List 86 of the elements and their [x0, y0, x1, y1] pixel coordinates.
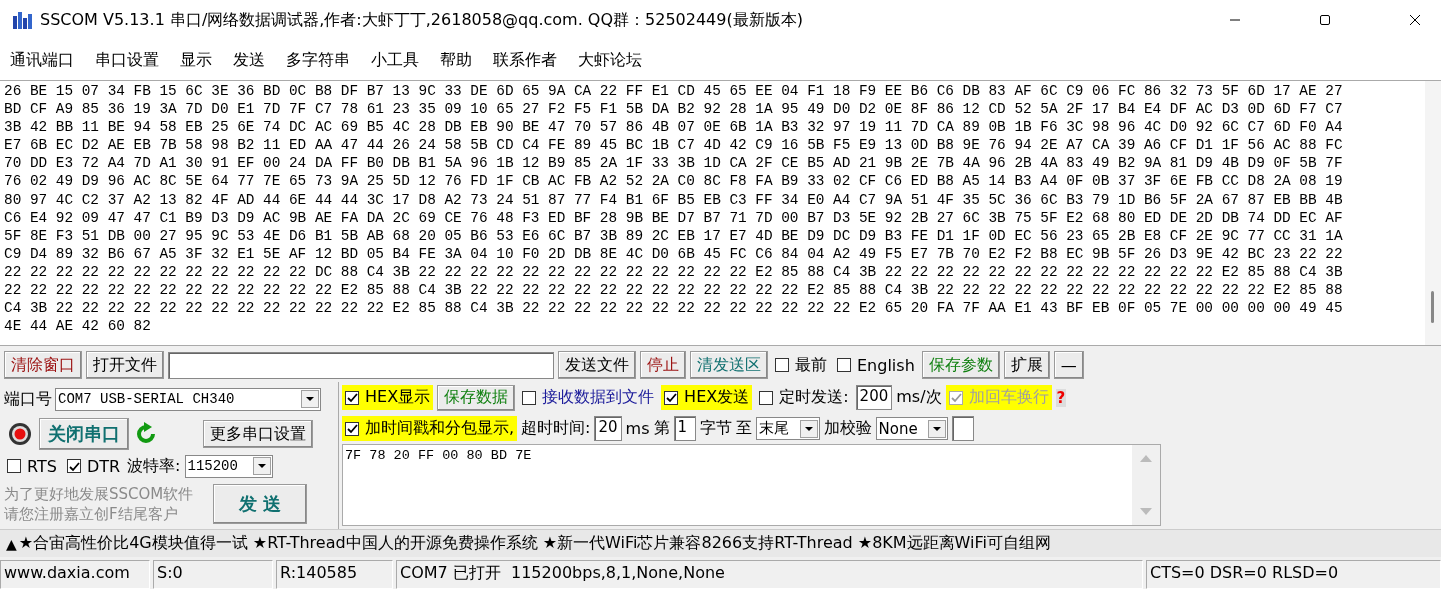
hex-data-line: 4E 44 AE 42 60 82: [4, 317, 151, 336]
status-text: R:140585: [276, 560, 393, 589]
refresh-icon[interactable]: [134, 422, 158, 446]
menu-item[interactable]: 小工具: [371, 49, 419, 71]
hex-data-line: BD CF A9 85 36 19 3A 7D D0 E1 7D 7F C7 78 61 23 35 09 10 65 27 F2 F5 F1 5B DA B2 92 28 1A 95 49 D0 D2 0E 8F 86 12 CD 52 5A 2F 17 B4 E4 DF AC D3 0D 6D F7 C7: [4, 100, 1343, 119]
hex-data-line: E7 6B EC D2 AE EB 7B 58 98 B2 11 ED AA 47 44 26 24 58 5B CD C4 FE 89 45 BC 1B C7 4D 42 C9 16 5B F5 E9 13 0D B8 9E 76 94 2E A7 CA 39 A6 CF D1 1F 56 AC 88 FC: [4, 136, 1343, 155]
field-label: ms/次: [896, 387, 942, 408]
checkbox-label[interactable]: HEX发送: [684, 387, 750, 408]
port-label: 端口号: [4, 388, 52, 410]
hex-data-line: C4 3B 22 22 22 22 22 22 22 22 22 22 22 22 22 E2 85 88 C4 3B 22 22 22 22 22 22 22 22 22 22 22 22 22 E2 65 20 FA 7F AA E1 43 BF EB 0F 05 7E 00 00 00 00 49 45: [4, 299, 1343, 318]
field-label: 字节: [699, 418, 732, 439]
checkbox-label[interactable]: 接收数据到文件: [542, 387, 655, 408]
toolbar-button[interactable]: 保存参数: [921, 351, 1000, 379]
hex-data-line: C6 E4 92 09 47 47 C1 B9 D3 D9 AC 9B AE FA DA 2C 69 CE 76 48 F3 ED BF 28 9B BE D7 B7 71 7D 00 B7 D3 5E 92 2B 27 6C 3B 75 5F E2 68 80 ED DE 2D DB 74 DD EC AF: [4, 208, 1343, 227]
toolbar-button[interactable]: 清除窗口: [4, 351, 82, 379]
status-text: COM7 已打开 115200bps,8,1,None,None: [396, 560, 1143, 589]
dropdown-select[interactable]: None: [875, 417, 948, 440]
baud-rate-select[interactable]: 115200: [184, 454, 273, 478]
status-text: S:0: [153, 560, 273, 589]
menu-item[interactable]: 联系作者: [493, 49, 557, 71]
checkbox[interactable]: [664, 390, 679, 405]
menu-item[interactable]: 多字符串: [286, 49, 350, 71]
hex-data-line: 5F 8E F3 51 DB 00 27 95 9C 53 4E D6 B1 5B AB 68 20 05 B6 53 E6 6C B7 3B 89 2C EB 17 E7 4D BE D9 DC D9 B3 FE D1 1F 0D EC 56 23 65 2B E8 CF 2E 9C 77 CC 31 1A: [4, 226, 1343, 245]
maximize-icon[interactable]: [1319, 14, 1331, 26]
field-label: 加校验: [823, 418, 872, 439]
checkbox-label[interactable]: 加时间戳和分包显示,: [365, 418, 515, 439]
menu-item[interactable]: 帮助: [440, 49, 472, 71]
checkbox-label[interactable]: RTS: [27, 456, 57, 476]
checkbox-label[interactable]: English: [857, 355, 915, 375]
hex-data-line: 76 02 49 D9 96 AC 8C 5E 64 77 7E 65 73 9A 25 5D 12 76 FD 1F CB AC FB A2 52 2A C0 8C F8 FA B9 33 02 CF C6 ED B8 A5 14 B3 A4 0F 0B 37 3F 6E FB CC D8 2A 08 19: [4, 172, 1343, 191]
field-label: ms: [625, 419, 650, 438]
hex-data-line: 70 DD E3 72 A4 7D A1 30 91 EF 00 24 DA FF B0 DB B1 5A 96 1B 12 B9 85 2A 1F 33 3B 1D CA 2F CE B5 AD 21 9B 2E 7B 4A 96 2B 4A 83 49 B2 9A 81 D9 4B D9 0F 5B 7F: [4, 154, 1343, 173]
toolbar-button[interactable]: 清发送区: [690, 351, 768, 379]
checkbox[interactable]: [345, 390, 359, 405]
menu-item[interactable]: 串口设置: [95, 49, 159, 71]
scrollbar[interactable]: [1425, 81, 1441, 345]
checkbox-label[interactable]: 定时发送:: [779, 387, 849, 408]
toolbar-button[interactable]: 打开文件: [86, 351, 164, 379]
notice-text: 为了更好地发展SSCOM软件 请您注册嘉立创F结尾客户: [4, 484, 194, 524]
ticker-text: ★合宙高性价比4G模块值得一试 ★RT-Thread中国人的开源免费操作系统 ★新一代WiFi芯片兼容8266支持RT-Thread ★8KM远距离WiFi可自组网: [18, 533, 1051, 554]
menu-item[interactable]: 通讯端口: [10, 49, 74, 71]
field-label: 第: [653, 418, 670, 439]
status-text: www.daxia.com: [0, 560, 150, 589]
dropdown-select[interactable]: 末尾: [755, 417, 820, 440]
checkbox[interactable]: [345, 421, 359, 436]
hex-data-line: 26 BE 15 07 34 FB 15 6C 3E 36 BD 0C B8 DF B7 13 9C 33 DE 6D 65 9A CA 22 FF E1 CD 45 65 EE 04 F1 18 F9 EE B6 C6 DB 83 AF 6C C9 06 FC 86 32 73 5F 6D 17 AE 27: [4, 82, 1343, 101]
hex-data-line: 22 22 22 22 22 22 22 22 22 22 22 22 22 E2 85 88 C4 3B 22 22 22 22 22 22 22 22 22 22 22 22 22 E2 85 88 C4 3B 22 22 22 22 22 22 22 22 22 22 22 22 22 E2 85 88: [4, 281, 1343, 300]
toolbar-button[interactable]: 停止: [640, 351, 686, 379]
hex-data-line: C9 D4 89 32 B6 67 A5 3F 32 E1 5E AF 12 BD 05 B4 FE 3A 04 10 F0 2D DB 8E 4C D0 6B 45 FC C6 84 04 A2 49 F5 E7 7B 70 E2 F2 B8 EC 9B 5F 26 D3 9E 42 BC 23 22 22: [4, 244, 1343, 263]
menu-item[interactable]: 发送: [233, 49, 265, 71]
checkbox[interactable]: [837, 358, 851, 372]
menu-item[interactable]: 大虾论坛: [578, 49, 642, 71]
checkbox-label[interactable]: HEX显示: [365, 387, 431, 408]
status-text: CTS=0 DSR=0 RLSD=0: [1146, 560, 1441, 589]
more-port-settings-button[interactable]: 更多串口设置: [203, 420, 313, 448]
input-field[interactable]: 20: [594, 416, 622, 441]
hex-data-line: 80 97 4C C2 37 A2 13 82 4F AD 44 6E 44 44 3C 17 D8 A2 73 24 51 87 77 F4 B1 6F B5 EB C3 FF 34 E0 A4 C7 9A 51 4F 35 5C 36 6C B3 79 1D B6 5F 2A 67 87 EB BB 4B: [4, 190, 1343, 209]
input-field[interactable]: [951, 416, 974, 441]
app-icon: [12, 10, 34, 30]
scrollbar-thumb[interactable]: [1431, 291, 1434, 323]
checkbox[interactable]: [522, 390, 537, 405]
hex-data-line: 3B 42 BB 11 BE 94 58 EB 25 6E 74 DC AC 69 B5 4C 28 DB EB 90 BE 47 70 57 86 4B 07 0E 6B 1A B3 32 97 19 11 7D CA 89 0B 1B F6 3C 98 96 4C D0 92 6C C7 6D F0 A4: [4, 118, 1343, 137]
checkbox[interactable]: [7, 459, 21, 473]
input-field[interactable]: 1: [673, 416, 696, 441]
port-select[interactable]: COM7 USB-SERIAL CH340: [55, 387, 321, 411]
window-title: SSCOM V5.13.1 串口/网络数据调试器,作者:大虾丁丁,2618058@qq.com. QQ群：52502449(最新版本): [40, 9, 804, 31]
field-label: 超时时间:: [521, 418, 591, 439]
hex-data-line: 22 22 22 22 22 22 22 22 22 22 22 22 DC 88 C4 3B 22 22 22 22 22 22 22 22 22 22 22 22 22 E2 85 88 C4 3B 22 22 22 22 22 22 22 22 22 22 22 22 22 E2 85 88 C4 3B: [4, 262, 1343, 282]
checkbox-label[interactable]: DTR: [86, 456, 121, 476]
checkbox[interactable]: [66, 459, 81, 473]
close-icon[interactable]: [1409, 14, 1421, 26]
toolbar-button[interactable]: 发送文件: [558, 351, 636, 379]
baud-rate-label: 波特率:: [127, 455, 181, 477]
menu-item[interactable]: 显示: [180, 49, 212, 71]
ticker-arrow-button[interactable]: ▲: [6, 535, 17, 552]
send-button[interactable]: 发 送: [213, 484, 308, 524]
toolbar-button[interactable]: 扩展: [1003, 351, 1050, 379]
toolbar-button[interactable]: —: [1053, 351, 1084, 379]
file-path-field[interactable]: [168, 351, 554, 379]
checkbox-label[interactable]: 最前: [795, 354, 827, 376]
checkbox[interactable]: [759, 390, 774, 405]
input-field[interactable]: 200: [855, 385, 893, 410]
save-data-button[interactable]: 保存数据: [437, 384, 516, 411]
checkbox[interactable]: [775, 358, 789, 372]
close-port-button[interactable]: 关闭串口: [39, 418, 129, 450]
field-label: 至: [735, 418, 752, 439]
